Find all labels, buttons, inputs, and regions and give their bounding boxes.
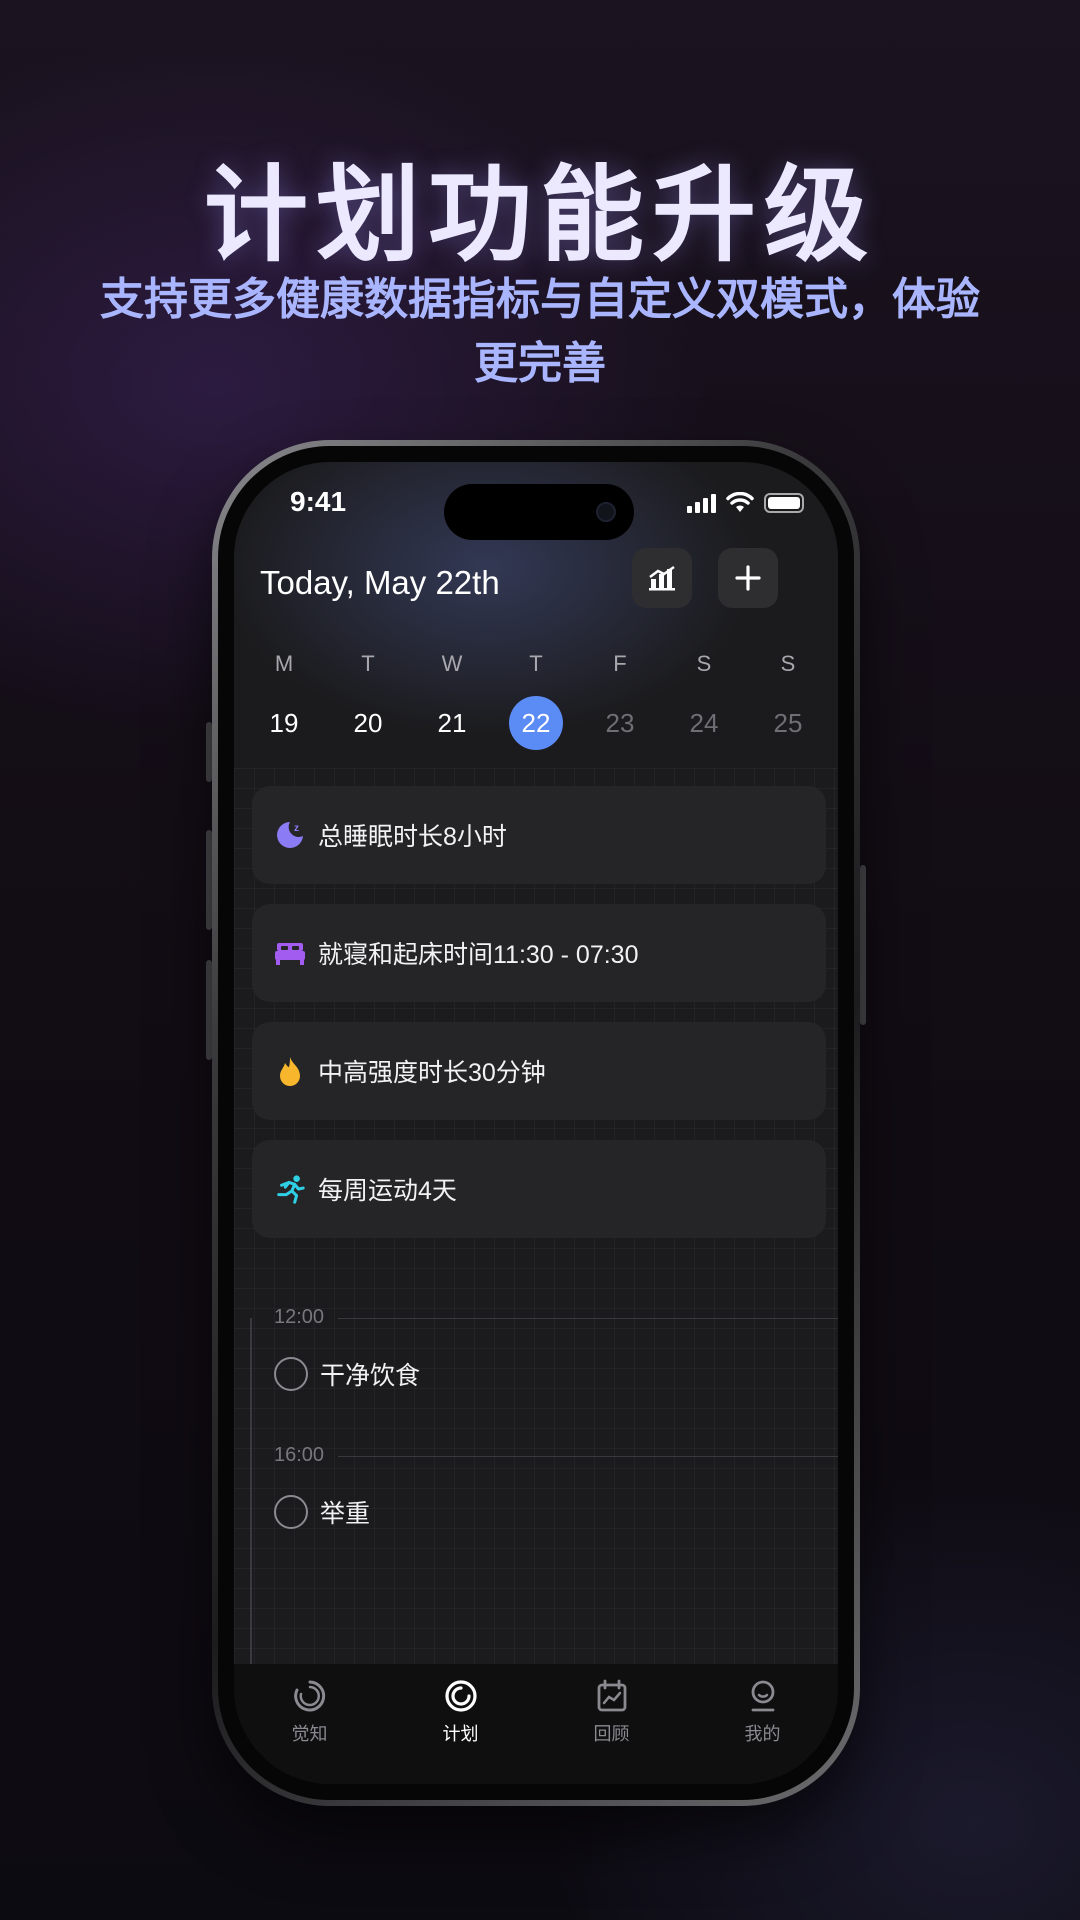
goal-card-bedtime[interactable]: 就寝和起床时间11:30 - 07:30 xyxy=(252,904,826,1002)
add-button[interactable] xyxy=(718,548,778,608)
day-sun[interactable]: S 25 xyxy=(746,642,830,750)
tab-review[interactable]: 回顾 xyxy=(536,1678,687,1784)
plan-content: z 总睡眠时长8小时 就寝和起床时间11:30 - 07:30 中高强度时长30… xyxy=(234,768,838,1682)
timeline-time: 12:00 xyxy=(274,1306,325,1328)
moon-sleep-icon: z xyxy=(274,819,306,851)
task-checkbox[interactable] xyxy=(274,1495,308,1529)
tab-label: 我的 xyxy=(744,1724,781,1744)
timeline-divider xyxy=(338,1318,838,1319)
task-item[interactable]: 干净饮食 xyxy=(274,1356,420,1392)
day-sat[interactable]: S 24 xyxy=(662,642,746,750)
day-number-selected[interactable]: 22 xyxy=(509,696,563,750)
day-thu[interactable]: T 22 xyxy=(494,642,578,750)
timeline-divider xyxy=(338,1456,838,1457)
week-strip: M 19 T 20 W 21 T 22 F 23 S 24 S 25 xyxy=(234,642,838,750)
signal-icon xyxy=(687,493,716,513)
goal-label: 中高强度时长30分钟 xyxy=(318,1059,546,1087)
bed-icon xyxy=(274,937,306,969)
day-number[interactable]: 24 xyxy=(677,696,731,750)
tab-label: 计划 xyxy=(442,1724,479,1744)
day-tue[interactable]: T 20 xyxy=(326,642,410,750)
running-person-icon xyxy=(274,1173,306,1205)
power-button xyxy=(860,865,866,1025)
plus-icon xyxy=(735,565,761,591)
day-wed[interactable]: W 21 xyxy=(410,642,494,750)
tab-bar: 觉知 计划 回顾 我的 xyxy=(234,1664,838,1784)
profile-icon xyxy=(751,1680,774,1712)
goal-label: 每周运动4天 xyxy=(318,1177,457,1205)
timeline-time: 16:00 xyxy=(274,1444,325,1466)
timeline-line xyxy=(250,1318,252,1682)
dynamic-island xyxy=(444,484,634,540)
goal-label: 总睡眠时长8小时 xyxy=(318,823,507,851)
wifi-icon xyxy=(726,492,754,512)
page-title: Today, May 22th xyxy=(260,564,500,601)
battery-icon xyxy=(764,493,804,513)
day-number[interactable]: 21 xyxy=(425,696,479,750)
svg-text:z: z xyxy=(294,823,299,834)
day-fri[interactable]: F 23 xyxy=(578,642,662,750)
day-number[interactable]: 23 xyxy=(593,696,647,750)
promo-subtitle: 支持更多健康数据指标与自定义双模式，体验更完善 xyxy=(100,274,980,389)
plan-target-icon xyxy=(444,1680,477,1712)
day-number[interactable]: 20 xyxy=(341,696,395,750)
app-screen: 9:41 Today, May 22th M 19 T 20 W 21 T 22… xyxy=(234,462,838,1784)
task-item[interactable]: 举重 xyxy=(274,1494,370,1530)
tab-awareness[interactable]: 觉知 xyxy=(234,1678,385,1784)
promo-headline: 计划功能升级 xyxy=(203,154,876,276)
task-label: 干净饮食 xyxy=(320,1362,421,1390)
tab-label: 回顾 xyxy=(593,1724,630,1744)
goal-card-sleep[interactable]: z 总睡眠时长8小时 xyxy=(252,786,826,884)
goal-card-exercise[interactable]: 每周运动4天 xyxy=(252,1140,826,1238)
goal-card-intensity[interactable]: 中高强度时长30分钟 xyxy=(252,1022,826,1120)
tab-profile[interactable]: 我的 xyxy=(687,1678,838,1784)
day-number[interactable]: 19 xyxy=(257,696,311,750)
flame-icon xyxy=(274,1055,306,1087)
review-calendar-icon xyxy=(597,1679,626,1712)
day-mon[interactable]: M 19 xyxy=(242,642,326,750)
awareness-ring-icon xyxy=(293,1680,325,1712)
goal-label: 就寝和起床时间11:30 - 07:30 xyxy=(318,941,639,969)
task-checkbox[interactable] xyxy=(274,1357,308,1391)
stats-button[interactable] xyxy=(632,548,692,608)
status-icons xyxy=(687,492,804,514)
bar-chart-icon xyxy=(649,565,675,591)
day-number[interactable]: 25 xyxy=(761,696,815,750)
phone-frame: 9:41 Today, May 22th M 19 T 20 W 21 T 22… xyxy=(212,440,860,1806)
tab-plan[interactable]: 计划 xyxy=(385,1678,536,1784)
status-time: 9:41 xyxy=(290,486,347,517)
task-label: 举重 xyxy=(320,1500,371,1528)
tab-label: 觉知 xyxy=(291,1724,328,1744)
